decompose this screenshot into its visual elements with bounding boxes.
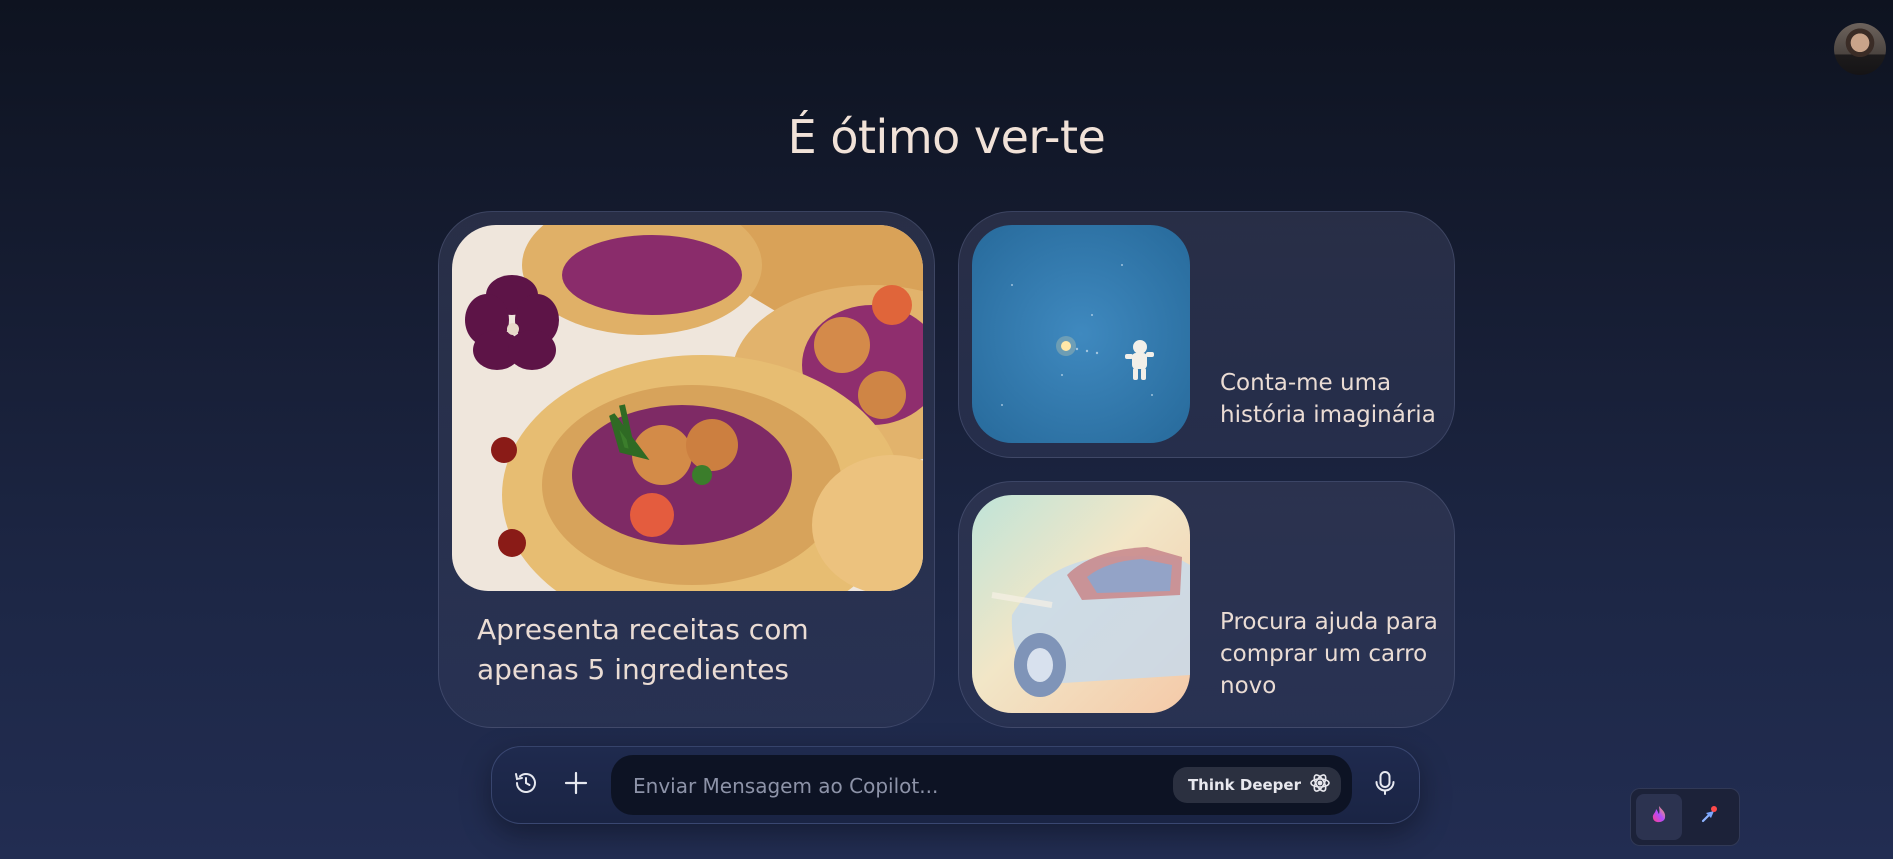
atom-icon — [1309, 772, 1331, 798]
pastel-car-painting — [972, 495, 1190, 713]
message-input[interactable] — [631, 755, 1155, 817]
plus-icon — [563, 770, 589, 800]
history-clock-icon — [513, 770, 539, 800]
page-title: É ótimo ver-te — [787, 110, 1106, 164]
extension-pin-icon — [1697, 803, 1721, 831]
tacos-photo — [452, 225, 923, 591]
suggestion-card-recipes[interactable]: Apresenta receitas com apenas 5 ingredie… — [438, 211, 935, 728]
history-button[interactable] — [506, 765, 546, 805]
copilot-flame-icon — [1648, 804, 1670, 830]
astronaut-in-space — [972, 225, 1190, 443]
extension-tray — [1630, 788, 1740, 846]
suggestion-label: Conta-me uma história imaginária — [1220, 370, 1436, 428]
pin-extension-button[interactable] — [1686, 794, 1732, 840]
think-deeper-button[interactable]: Think Deeper — [1172, 767, 1341, 803]
add-button[interactable] — [556, 765, 596, 805]
suggestion-label: Procura ajuda para comprar um carro novo — [1220, 609, 1438, 699]
think-deeper-label: Think Deeper — [1187, 776, 1301, 794]
microphone-icon — [1372, 769, 1398, 801]
suggestion-label: Apresenta receitas com apenas 5 ingredie… — [477, 613, 809, 686]
user-avatar[interactable] — [1834, 23, 1886, 75]
microphone-button[interactable] — [1365, 765, 1405, 805]
message-composer: Think Deeper — [491, 746, 1420, 824]
suggestion-card-story[interactable]: Conta-me uma história imaginária — [958, 211, 1455, 458]
suggestion-card-car[interactable]: Procura ajuda para comprar um carro novo — [958, 481, 1455, 728]
message-input-wrapper: Think Deeper — [611, 755, 1352, 817]
copilot-extension-button[interactable] — [1636, 794, 1682, 840]
